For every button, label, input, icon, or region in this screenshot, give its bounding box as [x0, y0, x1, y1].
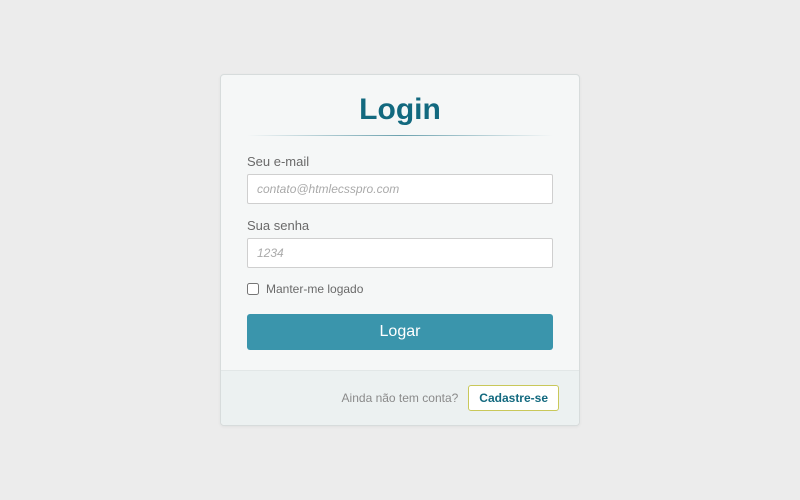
login-button[interactable]: Logar: [247, 314, 553, 350]
signup-button[interactable]: Cadastre-se: [468, 385, 559, 411]
remember-label: Manter-me logado: [266, 282, 363, 296]
card-body: Login Seu e-mail Sua senha Manter-me log…: [221, 75, 579, 370]
remember-row: Manter-me logado: [247, 282, 553, 296]
remember-checkbox[interactable]: [247, 283, 259, 295]
password-label: Sua senha: [247, 218, 553, 233]
email-label: Seu e-mail: [247, 154, 553, 169]
divider: [247, 135, 553, 136]
signup-prompt: Ainda não tem conta?: [342, 391, 459, 405]
login-title: Login: [247, 93, 553, 127]
password-input[interactable]: [247, 238, 553, 268]
card-footer: Ainda não tem conta? Cadastre-se: [221, 370, 579, 425]
email-input[interactable]: [247, 174, 553, 204]
login-card: Login Seu e-mail Sua senha Manter-me log…: [220, 74, 580, 426]
